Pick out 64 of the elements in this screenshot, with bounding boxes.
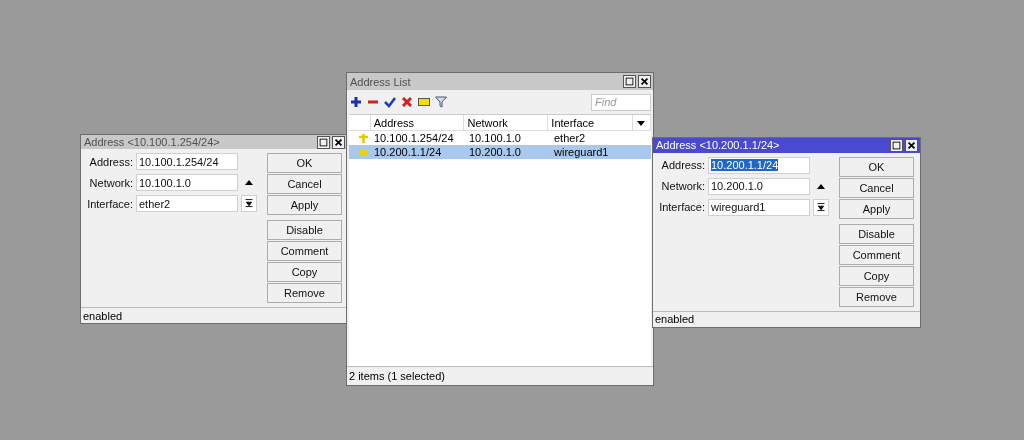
column-header[interactable]: Address	[370, 115, 465, 130]
close-icon[interactable]	[332, 135, 345, 149]
maximize-icon[interactable]	[623, 75, 636, 88]
window-title: Address List	[350, 75, 412, 88]
field-value: 10.100.1.0	[139, 176, 191, 189]
dialog-button[interactable]: Comment	[839, 244, 914, 265]
note-icon[interactable]	[417, 95, 431, 109]
dialog-button[interactable]: Disable	[267, 220, 342, 241]
field-label: Address:	[660, 159, 705, 172]
dialog-button[interactable]: Copy	[839, 265, 914, 286]
maximize-icon[interactable]	[317, 135, 330, 149]
column-header[interactable]: Network	[464, 115, 549, 130]
table-cell-text: ether2	[553, 132, 587, 144]
dialog-button[interactable]: Copy	[267, 262, 342, 283]
find-field[interactable]: Find	[591, 93, 651, 111]
dropdown-icon[interactable]	[636, 118, 647, 127]
close-icon[interactable]	[638, 75, 651, 88]
field-value: 10.200.1.1/24	[711, 159, 779, 172]
column-header[interactable]: Interface	[548, 115, 634, 130]
field-label: Interface:	[86, 197, 133, 210]
input-field[interactable]: 10.200.1.1/24	[708, 156, 810, 174]
input-field[interactable]: wireguard1	[708, 198, 810, 216]
field-value: 10.200.1.0	[711, 180, 763, 193]
minus-icon	[359, 149, 368, 155]
dialog-button[interactable]: Remove	[839, 286, 914, 307]
field-value: ether2	[139, 197, 171, 210]
maximize-icon[interactable]	[890, 138, 903, 152]
dialog-button[interactable]: Apply	[839, 198, 914, 219]
dialog-button[interactable]: Disable	[839, 223, 914, 244]
dialog-button[interactable]: Comment	[267, 241, 342, 262]
dropdown-icon[interactable]	[813, 198, 829, 216]
dialog-button[interactable]: Remove	[267, 283, 342, 304]
checkmark-icon[interactable]	[383, 95, 397, 109]
dialog-button[interactable]: Apply	[267, 195, 342, 216]
input-field[interactable]: ether2	[136, 195, 238, 213]
table-cell-text: 10.200.1.0	[468, 146, 522, 158]
field-label: Network:	[660, 180, 705, 193]
table-cell-text: wireguard1	[553, 146, 610, 158]
dropdown-icon[interactable]	[241, 195, 257, 213]
filter-icon[interactable]	[434, 95, 448, 109]
field-value: 10.100.1.254/24	[139, 155, 219, 168]
status-bar: enabled	[81, 307, 347, 323]
status-bar: 2 items (1 selected)	[347, 366, 653, 385]
dialog-button[interactable]: OK	[839, 156, 914, 177]
table-cell-text: 10.100.1.254/24	[373, 132, 455, 144]
table-cell-text: 10.200.1.1/24	[373, 146, 443, 158]
field-label: Address:	[88, 155, 133, 168]
table-cell-text: 10.100.1.0	[468, 132, 522, 144]
dialog-button[interactable]: OK	[267, 153, 342, 174]
close-icon[interactable]	[905, 138, 918, 152]
cross-icon[interactable]	[400, 95, 414, 109]
input-field[interactable]: 10.100.1.254/24	[136, 153, 238, 171]
input-field[interactable]: 10.200.1.0	[708, 177, 810, 195]
plus-icon[interactable]	[349, 95, 363, 109]
plus-icon	[359, 133, 368, 143]
input-field[interactable]: 10.100.1.0	[136, 174, 238, 192]
window-title: Address <10.100.1.254/24>	[84, 136, 221, 149]
table-row[interactable]: 10.200.1.1/24 10.200.1.0 wireguard1	[349, 145, 651, 159]
window-title: Address <10.200.1.1/24>	[656, 139, 781, 152]
field-label: Interface:	[658, 201, 705, 214]
field-value: wireguard1	[711, 201, 766, 214]
dialog-button[interactable]: Cancel	[267, 174, 342, 195]
dialog-button[interactable]: Cancel	[839, 177, 914, 198]
field-label: Network:	[88, 176, 133, 189]
